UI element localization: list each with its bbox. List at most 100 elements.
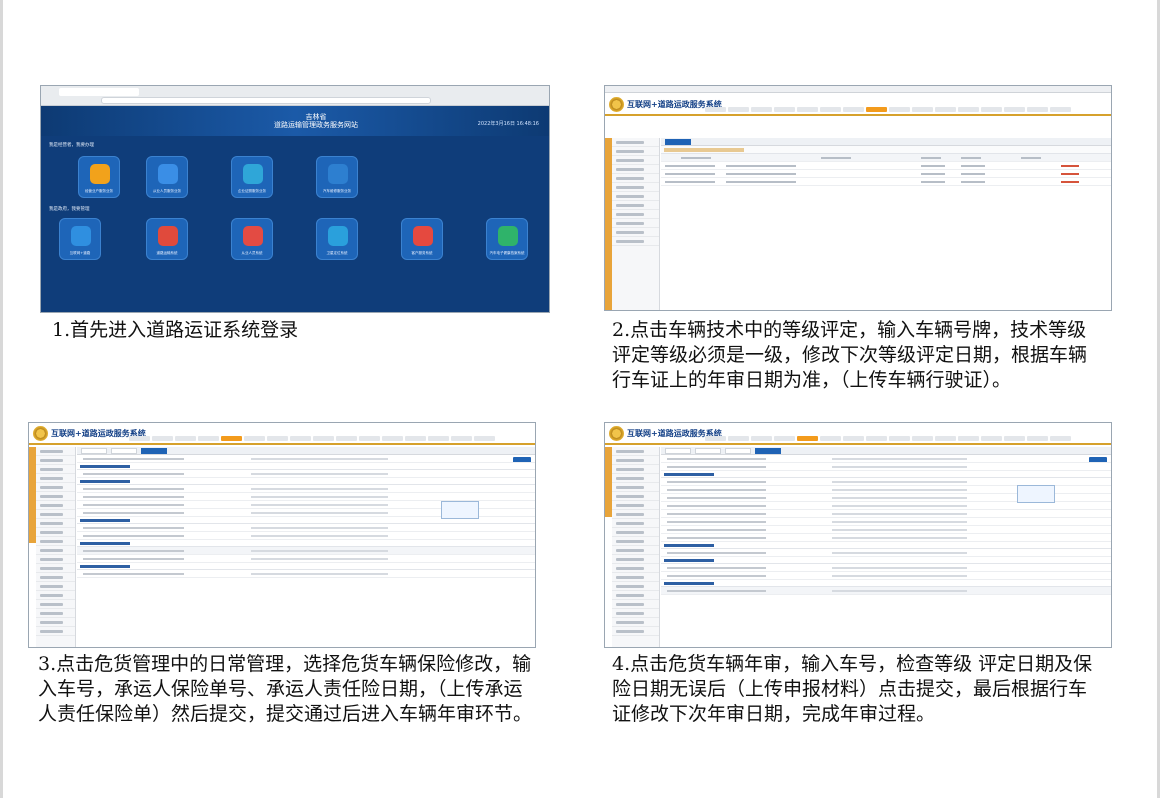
menu-item[interactable] bbox=[244, 436, 265, 441]
sidebar-item[interactable] bbox=[36, 528, 75, 537]
sidebar-item[interactable] bbox=[36, 483, 75, 492]
sidebar-item[interactable] bbox=[36, 573, 75, 582]
sidebar-item[interactable] bbox=[612, 147, 659, 156]
sidebar-item[interactable] bbox=[36, 519, 75, 528]
menu-item[interactable] bbox=[958, 107, 979, 112]
menu-item[interactable] bbox=[843, 107, 864, 112]
sidebar-item[interactable] bbox=[36, 546, 75, 555]
sidebar-item[interactable] bbox=[612, 174, 659, 183]
menu-item[interactable] bbox=[198, 436, 219, 441]
form-row[interactable] bbox=[661, 463, 1111, 471]
sidebar-item[interactable] bbox=[612, 219, 659, 228]
menu-item-active[interactable] bbox=[797, 436, 818, 441]
menu-item[interactable] bbox=[267, 436, 288, 441]
row-action[interactable] bbox=[1061, 173, 1079, 175]
menu-item[interactable] bbox=[981, 107, 1002, 112]
sidebar-item[interactable] bbox=[36, 474, 75, 483]
sidebar-item[interactable] bbox=[612, 165, 659, 174]
menu-item[interactable] bbox=[1004, 107, 1025, 112]
menu-item[interactable] bbox=[705, 436, 726, 441]
menu-item[interactable] bbox=[175, 436, 196, 441]
menu-item[interactable] bbox=[774, 107, 795, 112]
sidebar-item[interactable] bbox=[612, 618, 659, 627]
row-action[interactable] bbox=[1061, 181, 1079, 183]
sidebar-item[interactable] bbox=[36, 591, 75, 600]
menu-item[interactable] bbox=[843, 436, 864, 441]
sidebar-item[interactable] bbox=[612, 228, 659, 237]
menu-item[interactable] bbox=[981, 436, 1002, 441]
sidebar-item[interactable] bbox=[612, 537, 659, 546]
sidebar-item[interactable] bbox=[36, 537, 75, 546]
menu-item[interactable] bbox=[313, 436, 334, 441]
menu-item[interactable] bbox=[889, 436, 910, 441]
sidebar-item[interactable] bbox=[612, 483, 659, 492]
sidebar-item[interactable] bbox=[612, 609, 659, 618]
sidebar-item[interactable] bbox=[36, 582, 75, 591]
sidebar-item[interactable] bbox=[612, 210, 659, 219]
form-row[interactable] bbox=[77, 524, 535, 532]
row-action[interactable] bbox=[1061, 165, 1079, 167]
sidebar-item[interactable] bbox=[612, 447, 659, 456]
tab[interactable] bbox=[665, 448, 691, 454]
sidebar-item[interactable] bbox=[612, 564, 659, 573]
menu-item[interactable] bbox=[820, 436, 841, 441]
sidebar-item[interactable] bbox=[36, 618, 75, 627]
form-row[interactable] bbox=[77, 532, 535, 540]
menu-item[interactable] bbox=[728, 107, 749, 112]
menu-item[interactable] bbox=[912, 436, 933, 441]
sidebar-item[interactable] bbox=[612, 465, 659, 474]
menu-item[interactable] bbox=[405, 436, 426, 441]
sidebar-item[interactable] bbox=[612, 573, 659, 582]
menu-item[interactable] bbox=[129, 436, 150, 441]
sidebar-item[interactable] bbox=[612, 591, 659, 600]
menu-item[interactable] bbox=[935, 436, 956, 441]
sidebar-item[interactable] bbox=[612, 474, 659, 483]
tab[interactable] bbox=[111, 448, 137, 454]
sidebar-item[interactable] bbox=[612, 600, 659, 609]
sidebar-item[interactable] bbox=[612, 528, 659, 537]
menu-item[interactable] bbox=[797, 107, 818, 112]
sidebar-item[interactable] bbox=[36, 564, 75, 573]
sidebar-item[interactable] bbox=[612, 456, 659, 465]
sidebar-item[interactable] bbox=[612, 237, 659, 246]
form-row[interactable] bbox=[77, 470, 535, 478]
sidebar-item[interactable] bbox=[612, 192, 659, 201]
sidebar-item[interactable] bbox=[36, 600, 75, 609]
main-menu[interactable] bbox=[705, 107, 1071, 113]
sidebar-item[interactable] bbox=[612, 582, 659, 591]
menu-item[interactable] bbox=[1050, 107, 1071, 112]
menu-item[interactable] bbox=[912, 107, 933, 112]
sidebar-item[interactable] bbox=[612, 519, 659, 528]
menu-item[interactable] bbox=[1050, 436, 1071, 441]
sidebar-item[interactable] bbox=[36, 510, 75, 519]
sidebar-item[interactable] bbox=[36, 465, 75, 474]
sidebar-item[interactable] bbox=[36, 555, 75, 564]
menu-item[interactable] bbox=[705, 107, 726, 112]
menu-item-active[interactable] bbox=[866, 107, 887, 112]
tab[interactable] bbox=[695, 448, 721, 454]
menu-item-active[interactable] bbox=[221, 436, 242, 441]
table-row[interactable] bbox=[661, 162, 1111, 170]
menu-item[interactable] bbox=[958, 436, 979, 441]
menu-item[interactable] bbox=[152, 436, 173, 441]
menu-item[interactable] bbox=[1004, 436, 1025, 441]
sidebar-item[interactable] bbox=[612, 510, 659, 519]
menu-item[interactable] bbox=[1027, 436, 1048, 441]
menu-item[interactable] bbox=[290, 436, 311, 441]
menu-item[interactable] bbox=[382, 436, 403, 441]
sidebar-item[interactable] bbox=[36, 501, 75, 510]
tab-active[interactable] bbox=[755, 448, 781, 454]
menu-item[interactable] bbox=[820, 107, 841, 112]
main-menu[interactable] bbox=[129, 436, 495, 442]
filter-tags[interactable] bbox=[664, 148, 744, 152]
tab-active[interactable] bbox=[141, 448, 167, 454]
menu-item[interactable] bbox=[428, 436, 449, 441]
sidebar-item[interactable] bbox=[612, 183, 659, 192]
tab[interactable] bbox=[81, 448, 107, 454]
menu-item[interactable] bbox=[751, 436, 772, 441]
sidebar-item[interactable] bbox=[36, 447, 75, 456]
tab[interactable] bbox=[725, 448, 751, 454]
menu-item[interactable] bbox=[728, 436, 749, 441]
sidebar-item[interactable] bbox=[612, 546, 659, 555]
menu-item[interactable] bbox=[774, 436, 795, 441]
